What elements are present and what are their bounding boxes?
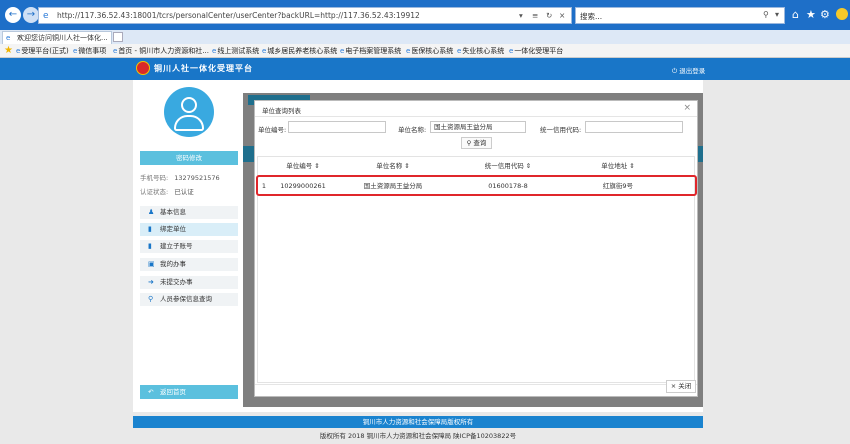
- footer-icp: 版权所有 2018 铜川市人力资源和社会保障局 陕ICP备10203822号: [319, 432, 517, 440]
- search-icon[interactable]: ⚲: [763, 10, 769, 19]
- home-icon[interactable]: ⌂: [792, 8, 799, 21]
- ie-icon: e: [6, 34, 11, 42]
- user-icon: ♟: [148, 208, 155, 216]
- back-button[interactable]: ←: [5, 7, 21, 23]
- sidebar-item-sub-account[interactable]: ▮ 建立子账号: [140, 240, 238, 253]
- search-box[interactable]: 搜索... ⚲ ▾: [575, 7, 785, 24]
- arrow-right-icon: ➜: [148, 278, 154, 286]
- favorite-item[interactable]: e电子档案管理系统: [340, 46, 401, 56]
- search-input[interactable]: 搜索...: [580, 11, 602, 22]
- address-bar[interactable]: e http://117.36.52.43:18001/tcrs/persona…: [38, 7, 572, 24]
- forward-button[interactable]: →: [23, 7, 39, 23]
- site-title: 铜川人社一体化受理平台: [154, 64, 253, 73]
- address-url: http://117.36.52.43:18001/tcrs/personalC…: [57, 11, 420, 20]
- favorite-item[interactable]: e线上测试系统: [212, 46, 259, 56]
- home-button[interactable]: ↶ 返回首页: [140, 385, 238, 399]
- logout-link[interactable]: ⏻ 退出登录: [672, 65, 705, 76]
- favorite-item[interactable]: e失业核心系统: [457, 46, 504, 56]
- change-password-button[interactable]: 密码修改: [140, 151, 238, 165]
- favorite-item[interactable]: e微信事项: [73, 46, 106, 56]
- tab-active[interactable]: e 欢迎您访问铜川人社一体化... ×: [2, 31, 112, 44]
- favorite-item[interactable]: e医保核心系统: [406, 46, 453, 56]
- favorite-item[interactable]: e城乡居民养老核心系统: [262, 46, 337, 56]
- book-icon: ▣: [148, 260, 155, 268]
- feedback-smiley-icon[interactable]: [836, 8, 848, 20]
- row-highlight-annotation: [256, 175, 697, 196]
- page-header: 铜川人社一体化受理平台 ⏻ 退出登录: [0, 58, 850, 80]
- column-header[interactable]: 统一信用代码 ⇕: [468, 157, 548, 175]
- new-tab-button[interactable]: [113, 32, 123, 42]
- user-icon: [181, 97, 197, 113]
- column-header[interactable]: 单位名称 ⇕: [348, 157, 438, 175]
- favorites-bar: ★ e受理平台(正式) e微信事项 e首页 - 铜川市人力资源和社... e线上…: [0, 44, 850, 58]
- sidebar-item-insurance-query[interactable]: ⚲ 人员参保信息查询: [140, 293, 238, 306]
- unit-code-label: 单位编号:: [258, 126, 287, 134]
- unit-code-input[interactable]: [288, 121, 386, 133]
- unit-query-modal: 单位查询列表 × 单位编号: 单位名称: 国土资源局王益分局 统一信用代码: ⚲…: [254, 100, 698, 397]
- column-header[interactable]: 单位地址 ⇕: [578, 157, 658, 175]
- refresh-icon[interactable]: ↻: [546, 11, 552, 20]
- favorite-item[interactable]: e首页 - 铜川市人力资源和社...: [113, 46, 209, 56]
- tab-bar: e 欢迎您访问铜川人社一体化... ×: [0, 30, 850, 44]
- bookmark-icon: ▮: [148, 242, 152, 250]
- background-tab: [243, 146, 254, 162]
- browser-titlebar: ← → e http://117.36.52.43:18001/tcrs/per…: [0, 0, 850, 30]
- favorites-star-icon[interactable]: ★: [4, 45, 13, 56]
- bookmark-icon: ▮: [148, 225, 152, 233]
- modal-title: 单位查询列表: [262, 107, 301, 115]
- close-icon[interactable]: ×: [683, 103, 691, 113]
- favorite-item[interactable]: e受理平台(正式): [16, 46, 69, 56]
- credit-code-label: 统一信用代码:: [540, 126, 582, 134]
- phone-info: 手机号码: 13279521576: [140, 174, 220, 182]
- search-dropdown-icon[interactable]: ▾: [775, 10, 779, 19]
- ie-icon: e: [43, 11, 49, 21]
- favorites-star-icon[interactable]: ★: [806, 8, 816, 21]
- query-button[interactable]: ⚲ 查询: [461, 137, 492, 149]
- close-button[interactable]: × 关闭: [666, 380, 696, 393]
- sidebar-item-unsubmitted[interactable]: ➜ 未提交办事: [140, 276, 238, 289]
- unit-name-input[interactable]: 国土资源局王益分局: [430, 121, 526, 133]
- favorite-item[interactable]: e一体化受理平台: [509, 46, 563, 56]
- lock-icon: ≡: [532, 11, 539, 20]
- auth-status: 认证状态: 已认证: [140, 188, 194, 196]
- unit-name-label: 单位名称:: [398, 126, 427, 134]
- close-tab-icon[interactable]: ×: [17, 33, 108, 41]
- background-tab: [698, 146, 703, 162]
- emblem-logo: [136, 61, 150, 75]
- settings-gear-icon[interactable]: ⚙: [820, 8, 830, 21]
- search-dropdown-icon[interactable]: ▾: [519, 11, 523, 20]
- avatar: [164, 87, 214, 137]
- credit-code-input[interactable]: [585, 121, 683, 133]
- search-icon: ⚲: [148, 295, 154, 303]
- footer-copyright: 铜川市人力资源和社会保障局版权所有: [133, 416, 703, 428]
- back-arrow-icon: ↶: [148, 388, 154, 396]
- sidebar-item-basic-info[interactable]: ♟ 基本信息: [140, 206, 238, 219]
- column-header[interactable]: 单位编号 ⇕: [268, 157, 338, 175]
- sidebar-item-bind-unit[interactable]: ▮ 绑定单位: [140, 223, 238, 236]
- sidebar-item-my-affairs[interactable]: ▣ 我的办事: [140, 258, 238, 271]
- stop-icon[interactable]: ×: [559, 11, 565, 20]
